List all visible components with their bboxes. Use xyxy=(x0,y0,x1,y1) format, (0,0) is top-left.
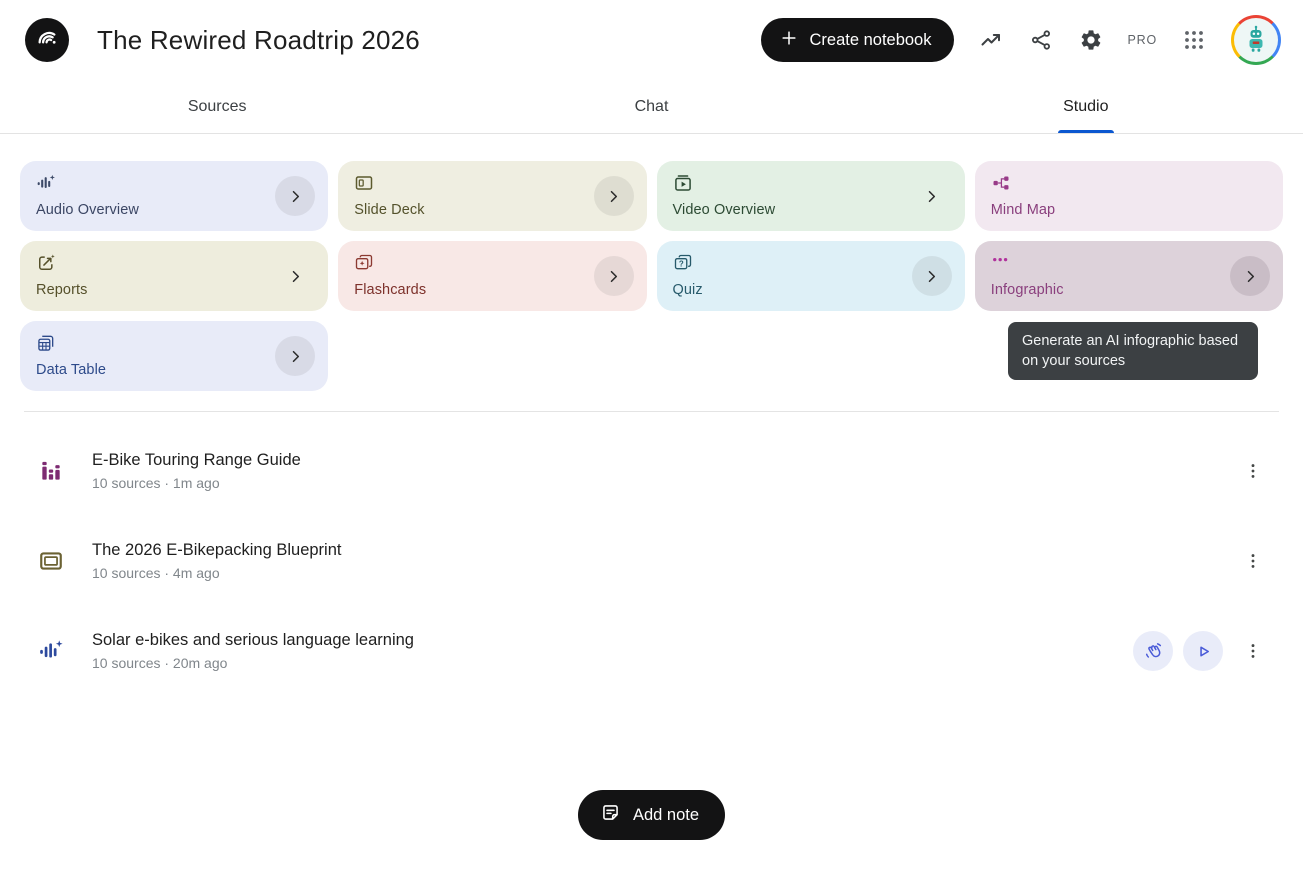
notebook-title[interactable]: The Rewired Roadtrip 2026 xyxy=(97,25,420,56)
artifact-title: Solar e-bikes and serious language learn… xyxy=(92,631,414,650)
notebook-app: The Rewired Roadtrip 2026 Create noteboo… xyxy=(0,0,1303,887)
create-notebook-label: Create notebook xyxy=(809,31,931,50)
list-item-slide-deck-artifact[interactable]: The 2026 E-Bikepacking Blueprint 10 sour… xyxy=(24,516,1279,606)
add-note-button[interactable]: Add note xyxy=(578,790,725,840)
artifact-meta: 10 sources · 1m ago xyxy=(92,475,301,491)
card-quiz[interactable]: ? Quiz xyxy=(657,241,965,311)
avatar-robot-image xyxy=(1234,18,1278,62)
panel-tabs: Sources Chat Studio xyxy=(0,80,1303,134)
plus-icon xyxy=(779,28,799,53)
card-reports[interactable]: Reports xyxy=(20,241,328,311)
card-video-overview[interactable]: Video Overview xyxy=(657,161,965,231)
play-icon[interactable] xyxy=(1183,631,1223,671)
settings-gear-icon[interactable] xyxy=(1078,27,1104,53)
card-flashcards[interactable]: Flashcards xyxy=(338,241,646,311)
tab-chat[interactable]: Chat xyxy=(434,80,868,133)
quiz-icon: ? xyxy=(673,253,693,273)
google-apps-grid-icon[interactable] xyxy=(1181,27,1207,53)
slide-deck-icon xyxy=(354,173,374,193)
card-label: Audio Overview xyxy=(36,202,139,218)
footer-bar: Add note xyxy=(0,790,1303,840)
chevron-right-icon[interactable] xyxy=(912,256,952,296)
studio-list-divider xyxy=(24,411,1279,412)
analytics-trending-up-icon[interactable] xyxy=(978,27,1004,53)
list-item-infographic-artifact[interactable]: E-Bike Touring Range Guide 10 sources · … xyxy=(24,426,1279,516)
chevron-right-icon[interactable] xyxy=(275,256,315,296)
chevron-right-icon[interactable] xyxy=(594,256,634,296)
list-item-audio-artifact[interactable]: Solar e-bikes and serious language learn… xyxy=(24,606,1279,696)
chevron-right-icon[interactable] xyxy=(912,176,952,216)
audio-waveform-icon xyxy=(36,636,66,666)
tab-sources-label: Sources xyxy=(188,98,247,116)
infographic-tooltip: Generate an AI infographic based on your… xyxy=(1008,322,1258,380)
artifact-meta: 10 sources · 4m ago xyxy=(92,565,341,581)
logo-arcs-icon xyxy=(34,25,60,56)
card-label: Reports xyxy=(36,282,87,298)
card-label: Infographic xyxy=(991,282,1064,298)
chevron-right-icon[interactable] xyxy=(275,176,315,216)
share-icon[interactable] xyxy=(1028,27,1054,53)
add-note-label: Add note xyxy=(633,806,699,825)
card-slide-deck[interactable]: Slide Deck xyxy=(338,161,646,231)
audio-waveform-icon xyxy=(36,173,56,193)
header: The Rewired Roadtrip 2026 Create noteboo… xyxy=(0,0,1303,80)
more-options-icon[interactable] xyxy=(1233,451,1273,491)
mind-map-icon xyxy=(991,173,1011,193)
tab-sources[interactable]: Sources xyxy=(0,80,434,133)
more-options-icon[interactable] xyxy=(1233,631,1273,671)
interactive-mode-hand-icon[interactable] xyxy=(1133,631,1173,671)
video-overview-icon xyxy=(673,173,693,193)
pro-badge: PRO xyxy=(1128,33,1158,47)
chevron-right-icon[interactable] xyxy=(594,176,634,216)
card-data-table[interactable]: Data Table xyxy=(20,321,328,391)
card-label: Quiz xyxy=(673,282,703,298)
svg-text:?: ? xyxy=(678,260,683,269)
active-tab-underline xyxy=(1058,130,1114,133)
more-options-icon[interactable] xyxy=(1233,541,1273,581)
artifact-actions xyxy=(1233,451,1273,491)
header-actions: Create notebook PRO xyxy=(761,15,1281,65)
tab-chat-label: Chat xyxy=(635,98,669,116)
card-label: Mind Map xyxy=(991,202,1055,218)
artifact-actions xyxy=(1133,631,1273,671)
artifact-text: E-Bike Touring Range Guide 10 sources · … xyxy=(92,451,301,491)
tab-studio[interactable]: Studio xyxy=(869,80,1303,133)
card-label: Slide Deck xyxy=(354,202,424,218)
artifact-list: E-Bike Touring Range Guide 10 sources · … xyxy=(0,426,1303,696)
data-table-icon xyxy=(36,333,56,353)
tab-studio-label: Studio xyxy=(1063,98,1108,116)
chevron-right-icon[interactable] xyxy=(275,336,315,376)
card-label: Video Overview xyxy=(673,202,776,218)
artifact-actions xyxy=(1233,541,1273,581)
ellipsis-loading-icon xyxy=(991,253,1011,273)
note-icon xyxy=(600,802,621,828)
card-audio-overview[interactable]: Audio Overview xyxy=(20,161,328,231)
notebooklm-logo[interactable] xyxy=(25,18,69,62)
user-avatar[interactable] xyxy=(1231,15,1281,65)
card-label: Flashcards xyxy=(354,282,426,298)
artifact-title: E-Bike Touring Range Guide xyxy=(92,451,301,470)
create-notebook-button[interactable]: Create notebook xyxy=(761,18,953,62)
slide-deck-icon xyxy=(36,546,66,576)
artifact-text: Solar e-bikes and serious language learn… xyxy=(92,631,414,671)
artifact-text: The 2026 E-Bikepacking Blueprint 10 sour… xyxy=(92,541,341,581)
artifact-meta: 10 sources · 20m ago xyxy=(92,655,414,671)
card-mind-map[interactable]: Mind Map xyxy=(975,161,1283,231)
card-infographic[interactable]: Infographic xyxy=(975,241,1283,311)
bar-chart-icon xyxy=(36,456,66,486)
flashcards-icon xyxy=(354,253,374,273)
artifact-title: The 2026 E-Bikepacking Blueprint xyxy=(92,541,341,560)
card-label: Data Table xyxy=(36,362,106,378)
chevron-right-icon[interactable] xyxy=(1230,256,1270,296)
reports-icon xyxy=(36,253,56,273)
